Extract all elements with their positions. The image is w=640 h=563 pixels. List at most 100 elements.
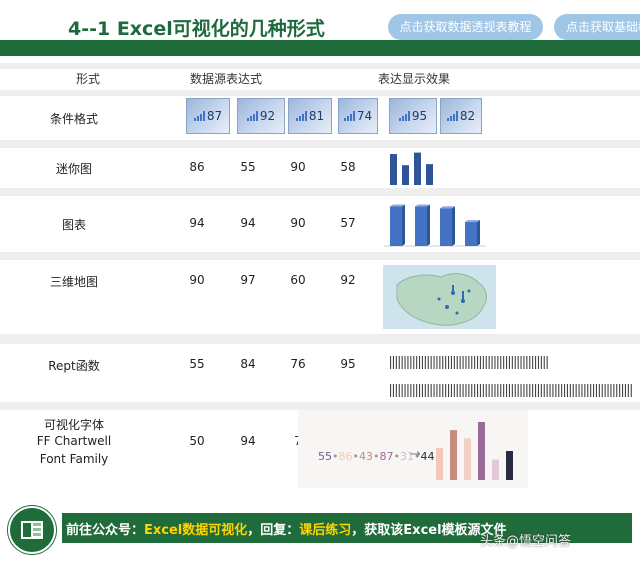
font-demo-bar [464, 438, 471, 480]
sparkline-chart [390, 152, 433, 185]
rept-tick [584, 384, 586, 397]
rept-tick [459, 356, 461, 369]
rept-tick [471, 356, 473, 369]
rept-tick [619, 384, 621, 397]
rept-tick [462, 384, 464, 397]
rept-tick [439, 356, 441, 369]
source-value: 94 [189, 216, 205, 230]
row-separator [0, 188, 640, 196]
rept-tick [430, 384, 432, 397]
rept-tick [535, 384, 537, 397]
get-pivot-tutorial-button[interactable]: 点击获取数据透视表教程 [388, 14, 543, 40]
source-value: 58 [340, 160, 356, 174]
cf-value: 82 [459, 109, 476, 123]
rept-tick [479, 384, 481, 397]
source-value: 84 [240, 357, 256, 371]
rept-tick [450, 356, 452, 369]
rept-tick [540, 384, 542, 397]
rept-tick [529, 356, 531, 369]
rept-tick [410, 356, 412, 369]
cf-value: 87 [206, 109, 223, 123]
rept-tick [485, 384, 487, 397]
source-value: 55 [189, 357, 205, 371]
rept-tick [500, 384, 502, 397]
rept-tick [508, 356, 510, 369]
row-separator [0, 140, 640, 148]
rept-tick [436, 384, 438, 397]
rept-tick [508, 384, 510, 397]
row-label-sparkline: 迷你图 [55, 162, 92, 176]
rept-tick [398, 384, 400, 397]
rept-tick [511, 384, 513, 397]
cf-value: 92 [259, 109, 276, 123]
rept-tick [488, 356, 490, 369]
rept-tick [401, 356, 403, 369]
rept-tick [398, 356, 400, 369]
source-value: 55 [240, 160, 256, 174]
row-label-visual-font-line2: FF Chartwell [36, 434, 112, 448]
rept-tick [448, 356, 450, 369]
rept-tick [543, 356, 545, 369]
rept-tick [514, 384, 516, 397]
rept-tick [552, 384, 554, 397]
rept-tick [421, 384, 423, 397]
row-label-visual-font: 可视化字体 [43, 418, 104, 432]
row-separator [0, 402, 640, 410]
signal-bars-icon [246, 111, 258, 121]
rept-tick [564, 384, 566, 397]
cf-cell: 82 [440, 98, 482, 134]
page-title: 4--1 Excel可视化的几种形式 [68, 18, 325, 40]
rept-tick [468, 384, 470, 397]
rept-tick [604, 384, 606, 397]
signal-bars-icon [295, 111, 307, 121]
row-label-3d-map: 三维地图 [49, 275, 98, 289]
rept-tick [439, 384, 441, 397]
rept-tick [448, 384, 450, 397]
row-label-conditional-format: 条件格式 [49, 112, 98, 126]
rept-tick [517, 384, 519, 397]
rept-tick [413, 356, 415, 369]
get-basic-tutorial-button[interactable]: 点击获取基础教 [554, 14, 640, 40]
rept-tick [488, 384, 490, 397]
rept-tick [465, 384, 467, 397]
signal-bars-icon [343, 111, 355, 121]
rept-tick [537, 356, 539, 369]
rept-tick [424, 356, 426, 369]
font-sequence-item: 87 [379, 450, 394, 463]
font-sequence-item: 86 [338, 450, 353, 463]
rept-tick [622, 384, 624, 397]
row-separator [0, 252, 640, 260]
cf-cell: 81 [288, 98, 332, 134]
rept-tick [624, 384, 626, 397]
rept-tick [416, 384, 418, 397]
column-header-form: 形式 [76, 72, 101, 86]
rept-tick [407, 356, 409, 369]
rept-tick [523, 356, 525, 369]
source-value: 50 [189, 434, 205, 448]
rept-tick [595, 384, 597, 397]
row-label-visual-font-line3: Font Family [39, 452, 109, 466]
chart-bar [390, 206, 402, 246]
rept-tick [520, 384, 522, 397]
rept-tick [593, 384, 595, 397]
rept-tick [537, 384, 539, 397]
font-demo-bar [506, 451, 513, 480]
rept-tick [523, 384, 525, 397]
bar-chart [384, 204, 486, 247]
row-separator [0, 90, 640, 96]
chart-bar [415, 206, 427, 246]
signal-bars-icon [193, 111, 205, 121]
rept-tick [392, 384, 394, 397]
source-value: 95 [340, 357, 356, 371]
rept-tick [491, 356, 493, 369]
chart-bar-side [402, 204, 405, 246]
rept-tick [404, 384, 406, 397]
rept-bars [390, 356, 632, 397]
rept-tick [520, 356, 522, 369]
rept-tick [421, 356, 423, 369]
source-value: 57 [340, 216, 356, 230]
rept-tick [543, 384, 545, 397]
rept-tick [453, 384, 455, 397]
font-sequence-item: 55 [318, 450, 332, 463]
rept-tick [587, 384, 589, 397]
